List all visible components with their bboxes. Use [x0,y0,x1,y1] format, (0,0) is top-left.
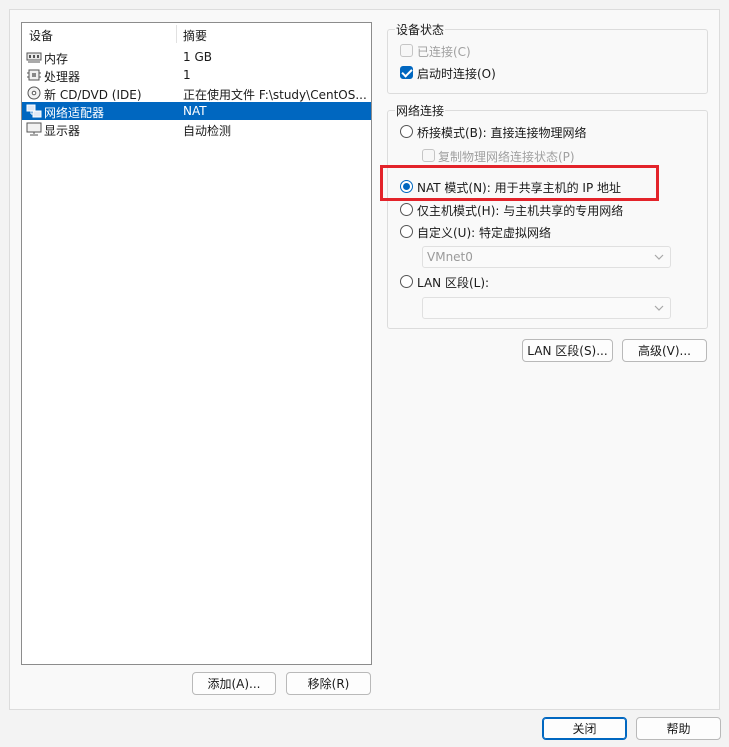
processor-icon [26,68,42,82]
device-name: 新 CD/DVD (IDE) [44,88,142,102]
custom-label: 自定义(U): 特定虚拟网络 [417,226,552,240]
remove-device-button[interactable]: 移除(R) [286,672,371,695]
connected-checkbox[interactable] [400,44,413,57]
network-connection-title: 网络连接 [395,102,446,119]
replicate-state-checkbox[interactable] [422,149,435,162]
host-only-radio[interactable] [400,203,413,216]
chevron-down-icon [654,251,664,263]
device-summary: 自动检测 [183,124,232,138]
device-row-cd-dvd[interactable]: 新 CD/DVD (IDE) 正在使用文件 F:\study\CentOS... [22,84,371,102]
device-name: 显示器 [44,124,81,138]
network-adapter-icon [26,104,42,118]
connect-at-power-on-label: 启动时连接(O) [417,67,496,81]
custom-network-select[interactable]: VMnet0 [422,246,671,268]
device-row-network-adapter[interactable]: 网络适配器 NAT [22,102,371,120]
device-summary: 1 [183,68,191,82]
lan-segment-label: LAN 区段(L): [417,276,490,290]
device-name: 内存 [44,52,69,66]
device-summary: NAT [183,104,207,118]
device-row-display[interactable]: 显示器 自动检测 [22,120,371,138]
device-name: 网络适配器 [44,106,105,120]
device-row-memory[interactable]: 内存 1 GB [22,48,371,66]
advanced-button[interactable]: 高级(V)... [622,339,707,362]
add-device-button[interactable]: 添加(A)... [192,672,276,695]
device-status-group: 设备状态 [387,21,708,94]
device-status-title: 设备状态 [395,21,446,38]
connect-at-power-on-checkbox[interactable] [400,66,413,79]
connected-label: 已连接(C) [417,45,471,59]
nat-highlight-box [380,165,659,201]
custom-network-value: VMnet0 [427,250,473,264]
help-button[interactable]: 帮助 [636,717,721,740]
memory-icon [26,50,42,64]
lan-segment-radio[interactable] [400,275,413,288]
device-list-header: 设备 摘要 [22,23,371,45]
device-row-processor[interactable]: 处理器 1 [22,66,371,84]
lan-segment-select[interactable] [422,297,671,319]
replicate-state-label: 复制物理网络连接状态(P) [438,150,575,164]
custom-radio[interactable] [400,225,413,238]
close-button[interactable]: 关闭 [542,717,627,740]
column-header-summary[interactable]: 摘要 [183,27,207,44]
cd-dvd-icon [26,86,42,100]
display-icon [26,122,42,136]
device-summary: 1 GB [183,50,212,64]
column-separator [176,25,177,43]
lan-segments-button[interactable]: LAN 区段(S)... [522,339,613,362]
column-header-device[interactable]: 设备 [29,27,53,44]
device-summary: 正在使用文件 F:\study\CentOS... [183,88,367,102]
chevron-down-icon [654,302,664,314]
bridged-radio[interactable] [400,125,413,138]
device-list[interactable]: 设备 摘要 内存 1 GB 处理器 1 新 CD/DVD (IDE) 正在使用文… [21,22,372,665]
device-name: 处理器 [44,70,81,84]
bridged-label: 桥接模式(B): 直接连接物理网络 [417,126,587,140]
host-only-label: 仅主机模式(H): 与主机共享的专用网络 [417,204,624,218]
